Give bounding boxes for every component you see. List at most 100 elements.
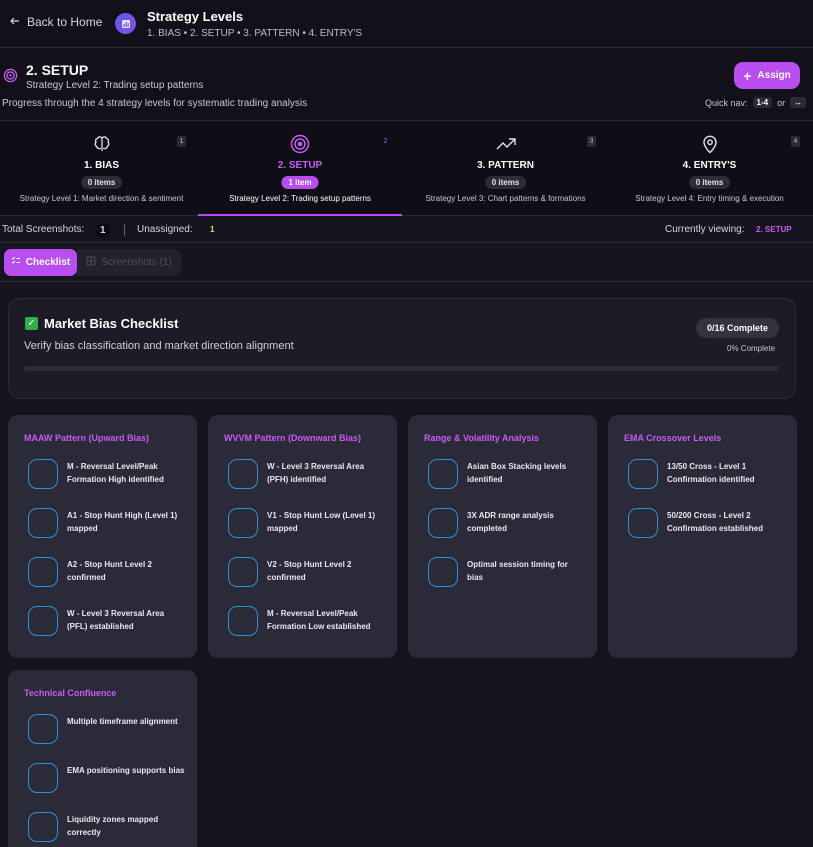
checklist-item-label: Liquidity zones mapped correctly	[67, 815, 159, 837]
checklist-icon	[11, 256, 21, 269]
tab-screenshots[interactable]: Screenshots (1)	[77, 249, 181, 276]
quick-nav-key-numbers: 1-4	[752, 97, 773, 108]
tab-pattern[interactable]: 3 3. PATTERN 0 items Strategy Level 3: C…	[404, 122, 607, 216]
checklist-item[interactable]: 3X ADR range analysis completed	[428, 508, 593, 540]
checklist-item-label: V1 - Stop Hunt Low (Level 1) mapped	[267, 511, 376, 533]
level-subtitle: Strategy Level 2: Trading setup patterns	[26, 80, 204, 91]
checklist-item[interactable]: EMA positioning supports bias	[28, 763, 193, 795]
divider: |	[123, 222, 127, 236]
checklist-item[interactable]: Multiple timeframe alignment	[28, 714, 193, 746]
checklist-item[interactable]: M - Reversal Level/Peak Formation Low es…	[228, 606, 393, 638]
checklist-item-label: EMA positioning supports bias	[67, 766, 185, 775]
tab-count-badge: 0 items	[688, 176, 731, 189]
currently-viewing-value: 2. SETUP	[756, 225, 792, 234]
category-title: Technical Confluence	[24, 688, 117, 698]
tab-number: 1	[177, 136, 186, 147]
checkbox[interactable]	[228, 557, 258, 587]
checkbox[interactable]	[28, 714, 58, 744]
checklist-item[interactable]: 13/50 Cross - Level 1 Confirmation ident…	[628, 459, 793, 491]
checkbox[interactable]	[628, 508, 658, 538]
tab-entrys[interactable]: 4 4. ENTRY'S 0 items Strategy Level 4: E…	[608, 122, 811, 216]
tab-description: Strategy Level 1: Market direction & sen…	[19, 194, 184, 203]
checkbox[interactable]	[628, 459, 658, 489]
unassigned-label: Unassigned:	[137, 224, 193, 235]
unassigned-value: 1	[210, 225, 215, 234]
checklist-item[interactable]: V1 - Stop Hunt Low (Level 1) mapped	[228, 508, 393, 540]
checklist-item-label: Asian Box Stacking levels identified	[467, 462, 567, 484]
quick-nav-or: or	[777, 97, 786, 108]
category-title: MAAW Pattern (Upward Bias)	[24, 433, 150, 443]
check-mark-icon: ✓	[25, 317, 38, 330]
trending-up-icon	[404, 134, 607, 154]
checkbox[interactable]	[428, 508, 458, 538]
checkbox[interactable]	[228, 459, 258, 489]
screenshots-tab-label: Screenshots (1)	[101, 257, 172, 268]
level-tabs: 1 1. BIAS 0 items Strategy Level 1: Mark…	[0, 122, 813, 216]
tab-number: 4	[791, 136, 800, 147]
category-card-range-volatility: Range & Volatility Analysis Asian Box St…	[408, 415, 597, 658]
target-icon	[198, 134, 402, 154]
category-card-wvvm: WVVM Pattern (Downward Bias) W - Level 3…	[208, 415, 397, 658]
tab-setup[interactable]: 2 2. SETUP 1 item Strategy Level 2: Trad…	[198, 122, 402, 216]
tab-count-badge: 0 items	[80, 176, 123, 189]
quick-nav-label: Quick nav:	[705, 97, 748, 108]
checklist-item[interactable]: W - Level 3 Reversal Area (PFH) identifi…	[228, 459, 393, 491]
category-title: Range & Volatility Analysis	[424, 433, 540, 443]
level-title: 2. SETUP	[26, 62, 89, 78]
checklist-item[interactable]: Liquidity zones mapped correctly	[28, 812, 193, 844]
stats-bar: Total Screenshots: 1 | Unassigned: 1 Cur…	[0, 217, 813, 243]
quick-nav: Quick nav: 1-4 or ↔	[705, 97, 807, 108]
checklist-tab-label: Checklist	[25, 257, 71, 268]
page-title: Strategy Levels	[147, 9, 244, 24]
checkbox[interactable]	[28, 606, 58, 636]
checkbox[interactable]	[28, 763, 58, 793]
checklist-title: ✓ Market Bias Checklist	[25, 316, 178, 331]
checklist-item[interactable]: A2 - Stop Hunt Level 2 confirmed	[28, 557, 193, 589]
checklist-item[interactable]: M - Reversal Level/Peak Formation High i…	[28, 459, 193, 491]
checkbox[interactable]	[28, 812, 58, 842]
category-card-ema-crossover: EMA Crossover Levels 13/50 Cross - Level…	[608, 415, 797, 658]
back-label: Back to Home	[27, 15, 103, 29]
checkbox[interactable]	[428, 557, 458, 587]
total-screenshots-label: Total Screenshots:	[2, 224, 85, 235]
percent-complete-label: 0% Complete	[727, 344, 776, 353]
checklist-item[interactable]: 50/200 Cross - Level 2 Confirmation esta…	[628, 508, 793, 540]
checkbox[interactable]	[28, 508, 58, 538]
brain-icon	[0, 134, 203, 154]
checklist-item-label: Multiple timeframe alignment	[67, 717, 178, 726]
tab-checklist[interactable]: Checklist	[4, 249, 77, 276]
checklist-item-label: 13/50 Cross - Level 1 Confirmation ident…	[667, 462, 755, 484]
checkbox[interactable]	[28, 557, 58, 587]
grid-icon	[86, 256, 96, 269]
tab-title: 1. BIAS	[83, 160, 119, 171]
assign-button[interactable]: + Assign	[734, 62, 800, 89]
checkbox[interactable]	[228, 508, 258, 538]
checklist-item-label: 50/200 Cross - Level 2 Confirmation esta…	[667, 511, 764, 533]
quick-nav-key-arrows: ↔	[790, 97, 807, 108]
tab-bias[interactable]: 1 1. BIAS 0 items Strategy Level 1: Mark…	[0, 122, 203, 216]
checkbox[interactable]	[228, 606, 258, 636]
complete-count-badge: 0/16 Complete	[696, 318, 779, 338]
checklist-item[interactable]: A1 - Stop Hunt High (Level 1) mapped	[28, 508, 193, 540]
map-pin-icon	[608, 134, 811, 154]
tab-description: Strategy Level 4: Entry timing & executi…	[635, 194, 784, 203]
tab-description: Strategy Level 3: Chart patterns & forma…	[425, 194, 586, 203]
checkbox[interactable]	[28, 459, 58, 489]
page-subtitle: 1. BIAS • 2. SETUP • 3. PATTERN • 4. ENT…	[147, 28, 363, 39]
checklist-progress-bar	[24, 366, 779, 371]
strategy-levels-logo-icon	[115, 13, 136, 34]
category-card-maaw: MAAW Pattern (Upward Bias) M - Reversal …	[8, 415, 197, 658]
checkbox[interactable]	[428, 459, 458, 489]
checklist-item[interactable]: V2 - Stop Hunt Level 2 confirmed	[228, 557, 393, 589]
checklist-item-label: M - Reversal Level/Peak Formation High i…	[67, 462, 164, 484]
checklist-item-label: Optimal session timing for bias	[467, 560, 568, 582]
checklist-title-text: Market Bias Checklist	[44, 316, 179, 331]
category-card-technical-confluence: Technical Confluence Multiple timeframe …	[8, 670, 197, 847]
tab-number: 2	[383, 138, 388, 145]
arrow-left-icon	[10, 15, 20, 29]
checklist-item[interactable]: Optimal session timing for bias	[428, 557, 593, 589]
checklist-item[interactable]: W - Level 3 Reversal Area (PFL) establis…	[28, 606, 193, 638]
checklist-item[interactable]: Asian Box Stacking levels identified	[428, 459, 593, 491]
back-to-home-link[interactable]: Back to Home	[10, 15, 102, 29]
checklist-item-label: A2 - Stop Hunt Level 2 confirmed	[67, 560, 152, 582]
